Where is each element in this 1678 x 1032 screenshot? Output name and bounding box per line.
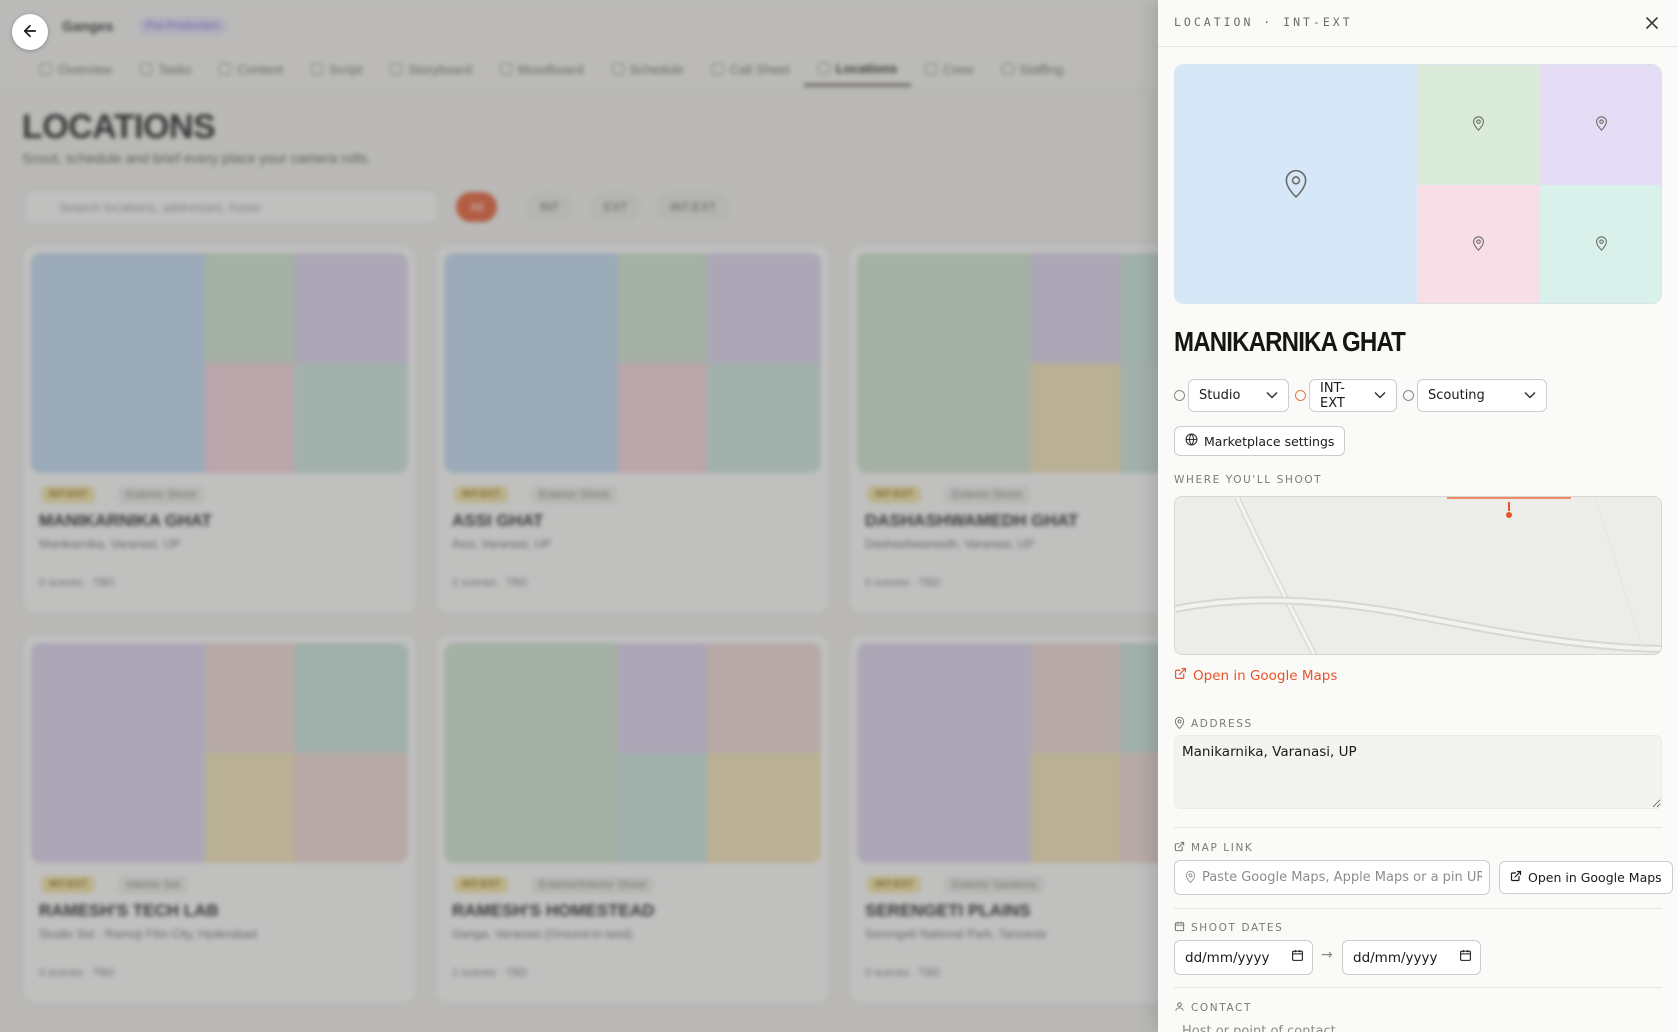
open-in-google-maps-button-label: Open in Google Maps xyxy=(1528,870,1662,885)
map-pin-icon xyxy=(1472,115,1485,135)
int-ext-value: INT-EXT xyxy=(1320,380,1345,411)
contact-label-text: CONTACT xyxy=(1191,1002,1252,1014)
map-roads xyxy=(1175,497,1661,654)
map-link-label: MAP LINK xyxy=(1174,841,1253,855)
marketplace-settings-button[interactable]: Marketplace settings xyxy=(1174,426,1346,456)
location-photo-mosaic[interactable] xyxy=(1174,64,1662,304)
map-pin-icon xyxy=(1174,716,1185,732)
location-map[interactable] xyxy=(1174,496,1662,655)
address-label: ADDRESS xyxy=(1174,716,1253,732)
chevron-down-icon xyxy=(1374,388,1386,403)
location-attributes-row: Studio INT-EXT Scouting xyxy=(1174,379,1553,412)
location-title: MANIKARNIKA GHAT xyxy=(1174,326,1406,357)
user-icon xyxy=(1174,1001,1185,1015)
scouting-status-value: Scouting xyxy=(1428,388,1485,403)
drawer-eyebrow: LOCATION · INT-EXT xyxy=(1174,15,1353,29)
calendar-icon xyxy=(1174,921,1185,935)
contact-input-hint[interactable]: Host or point of contact xyxy=(1182,1024,1336,1032)
map-link-input[interactable] xyxy=(1202,870,1482,885)
shoot-start-date-value: dd/mm/yyyy xyxy=(1185,949,1270,966)
divider xyxy=(1174,987,1662,988)
int-ext-select[interactable]: INT-EXT xyxy=(1309,379,1397,412)
open-in-google-maps-link[interactable]: Open in Google Maps xyxy=(1174,667,1337,684)
contact-label: CONTACT xyxy=(1174,1001,1252,1015)
date-range-arrow: → xyxy=(1321,947,1333,963)
shoot-end-date-input[interactable]: dd/mm/yyyy xyxy=(1342,940,1481,975)
shoot-dates-label: SHOOT DATES xyxy=(1174,921,1283,935)
map-pin-icon xyxy=(1185,868,1196,887)
map-pin-icon xyxy=(1283,168,1309,202)
open-in-google-maps-button[interactable]: Open in Google Maps xyxy=(1499,861,1673,894)
close-drawer-button[interactable] xyxy=(1640,12,1664,36)
globe-icon xyxy=(1185,433,1198,449)
map-pin-icon xyxy=(1472,235,1485,255)
close-icon xyxy=(1645,16,1659,33)
address-label-text: ADDRESS xyxy=(1191,718,1253,730)
map-link-label-text: MAP LINK xyxy=(1191,842,1254,854)
scouting-status-select[interactable]: Scouting xyxy=(1417,379,1547,412)
photo-tile-4[interactable] xyxy=(1417,185,1540,303)
calendar-icon xyxy=(1459,949,1472,966)
external-link-icon xyxy=(1174,667,1187,684)
calendar-icon xyxy=(1291,949,1304,966)
chevron-down-icon xyxy=(1266,388,1278,403)
location-type-select[interactable]: Studio xyxy=(1188,379,1289,412)
back-button[interactable] xyxy=(12,14,48,50)
photo-tile-2[interactable] xyxy=(1417,65,1540,185)
external-link-icon xyxy=(1510,870,1522,885)
setting-status-dot xyxy=(1295,390,1306,401)
external-link-icon xyxy=(1174,841,1185,855)
map-link-field[interactable] xyxy=(1174,860,1490,895)
divider xyxy=(1174,827,1662,828)
scouting-status-dot xyxy=(1403,390,1414,401)
shoot-start-date-input[interactable]: dd/mm/yyyy xyxy=(1174,940,1313,975)
photo-tile-3[interactable] xyxy=(1540,65,1661,185)
location-type-value: Studio xyxy=(1199,388,1241,403)
marketplace-settings-label: Marketplace settings xyxy=(1204,433,1335,449)
map-pin-icon xyxy=(1595,235,1608,255)
drawer-header: LOCATION · INT-EXT xyxy=(1158,0,1678,47)
photo-tile-main[interactable] xyxy=(1175,65,1417,303)
open-in-google-maps-label: Open in Google Maps xyxy=(1193,667,1338,684)
shoot-end-date-value: dd/mm/yyyy xyxy=(1353,949,1438,966)
photo-tile-5[interactable] xyxy=(1540,185,1661,303)
where-you-shoot-label: WHERE YOU'LL SHOOT xyxy=(1174,474,1323,486)
chevron-down-icon xyxy=(1524,388,1536,403)
map-pin-icon xyxy=(1595,115,1608,135)
arrow-left-icon xyxy=(21,22,39,43)
location-detail-drawer: LOCATION · INT-EXT MANIKARNIKA GHAT Stud… xyxy=(1158,0,1678,1032)
address-textarea[interactable]: Manikarnika, Varanasi, UP xyxy=(1174,735,1662,809)
shoot-dates-label-text: SHOOT DATES xyxy=(1191,922,1284,934)
type-status-dot xyxy=(1174,390,1185,401)
divider xyxy=(1174,908,1662,909)
